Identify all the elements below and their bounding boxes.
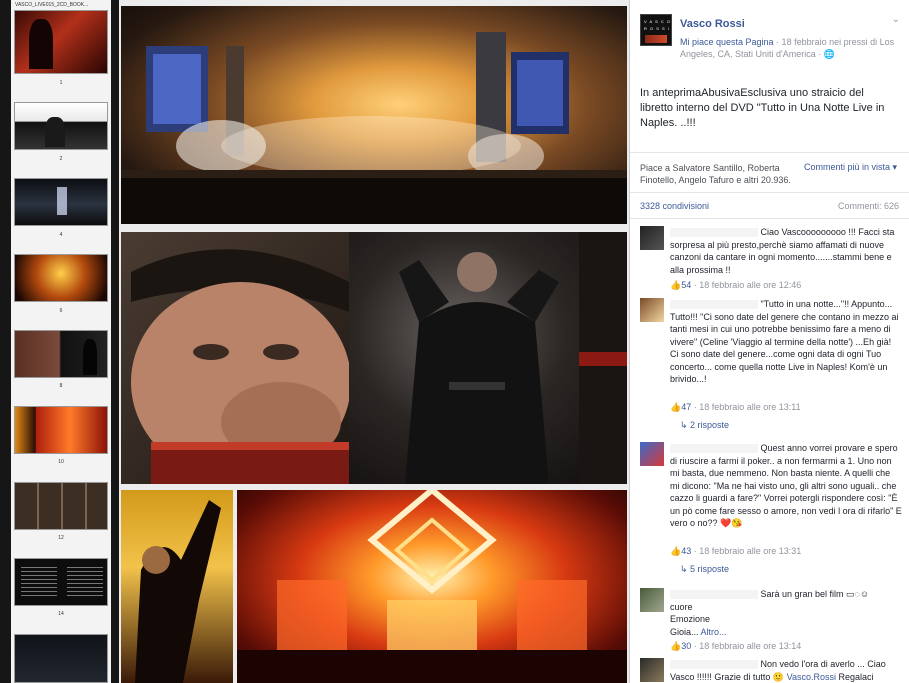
thumbnail-sidebar: VASCO_LIVE015_2CD_BOOK... 1 2 4 6 8 10 1… [0, 0, 119, 683]
heart-emoji: ❤️😘 [720, 518, 743, 528]
comment-text: Sarà un gran bel film [758, 589, 847, 599]
comment-time[interactable]: · 18 febbraio alle ore 13:14 [691, 641, 802, 651]
avatar-text-line: R O S S I [644, 26, 670, 31]
comment-body: Non vedo l'ora di averlo ... Ciao Vasco … [670, 658, 902, 683]
divider [630, 192, 909, 193]
thumbs-up-icon[interactable]: 👍 [670, 402, 681, 412]
thumbs-up-icon[interactable]: 👍 [670, 280, 681, 290]
page-thumbnail-14[interactable] [14, 558, 108, 606]
smile-emoji: 🙂 [772, 671, 785, 682]
commenter-avatar[interactable] [640, 588, 664, 612]
like-count: 47 [681, 402, 692, 412]
thumbnail-panel: VASCO_LIVE015_2CD_BOOK... 1 2 4 6 8 10 1… [11, 0, 111, 683]
page-thumbnail-1[interactable] [14, 10, 108, 74]
commenter-name[interactable] [670, 590, 758, 600]
view-replies-link[interactable]: ↳ 2 risposte [680, 420, 729, 431]
comment-meta: 👍54 · 18 febbraio alle ore 12:46 [670, 280, 801, 291]
post-meta: Mi piace questa Pagina · 18 febbraio nei… [680, 36, 902, 60]
booklet-page [119, 0, 629, 683]
facebook-post-panel: V A S C O R O S S I Vasco Rossi ⌄ Mi pia… [629, 0, 909, 683]
page-avatar[interactable]: V A S C O R O S S I [640, 14, 672, 46]
page-thumbnail-6[interactable] [14, 254, 108, 302]
comment-meta: 👍47 · 18 febbraio alle ore 13:11 [670, 402, 801, 413]
page-number: 2 [59, 156, 63, 162]
comment-text-line: Emozione [670, 614, 711, 624]
page-number: 10 [58, 459, 64, 465]
document-title: VASCO_LIVE015_2CD_BOOK... [15, 2, 89, 8]
singer-performing-photo [349, 232, 627, 484]
singer-closeup-photo [121, 232, 349, 484]
comment-body: Quest anno vorrei provare e spero di riu… [670, 442, 902, 530]
like-count: 43 [681, 546, 692, 556]
shares-link[interactable]: 3328 condivisioni [640, 201, 709, 211]
globe-icon: 🌐 [823, 49, 835, 59]
avatar-text-line: V A S C O [644, 19, 672, 24]
page-thumbnail-4[interactable] [14, 178, 108, 226]
commenter-avatar[interactable] [640, 442, 664, 466]
comment-text-end: Regalaci [835, 671, 874, 682]
page-number: 8 [59, 383, 63, 389]
page-thumbnail-16[interactable] [14, 634, 108, 683]
replies-count[interactable]: 5 risposte [690, 564, 729, 574]
comments-sort-dropdown[interactable]: Commenti più in vista ▾ [804, 162, 897, 173]
like-count: 30 [681, 641, 692, 651]
page-number: 6 [59, 308, 63, 314]
commenter-name[interactable] [670, 660, 758, 670]
like-page-link[interactable]: Mi piace questa Pagina [680, 37, 774, 47]
page-number: 4 [59, 232, 63, 238]
commenter-avatar[interactable] [640, 226, 664, 250]
comments-count: Commenti: 626 [837, 201, 899, 211]
comment-text: "Tutto in una notte..."!! Appunto... Tut… [670, 299, 899, 384]
comment-body: Sarà un gran bel film ▭◌☺ cuore Emozione… [670, 588, 902, 638]
replies-count[interactable]: 2 risposte [690, 420, 729, 430]
page-number: 1 [59, 80, 63, 86]
comment-meta: 👍43 · 18 febbraio alle ore 13:31 [670, 546, 801, 557]
thumbs-up-icon[interactable]: 👍 [670, 546, 681, 556]
comment-time[interactable]: · 18 febbraio alle ore 12:46 [691, 280, 802, 290]
chevron-down-icon[interactable]: ⌄ [892, 14, 900, 25]
mention-link[interactable]: Vasco.Rossi [787, 672, 836, 682]
post-header: V A S C O R O S S I Vasco Rossi ⌄ Mi pia… [640, 14, 902, 74]
page-name-link[interactable]: Vasco Rossi [680, 18, 745, 30]
page-thumbnail-12[interactable] [14, 482, 108, 530]
see-more-link[interactable]: Altro... [699, 627, 727, 637]
page-thumbnail-8[interactable] [14, 330, 108, 378]
commenter-name[interactable] [670, 300, 758, 310]
divider [630, 218, 909, 219]
stage-lights-photo [237, 490, 627, 683]
page-number: 12 [58, 535, 64, 541]
comment-time[interactable]: · 18 febbraio alle ore 13:11 [691, 402, 801, 412]
comment-body: "Tutto in una notte..."!! Appunto... Tut… [670, 298, 902, 386]
commenter-avatar[interactable] [640, 658, 664, 682]
likes-summary[interactable]: Piace a Salvatore Santillo, Roberta Fino… [640, 162, 800, 186]
commenter-name[interactable] [670, 444, 758, 454]
post-text: In anteprimaAbusivaEsclusiva uno straici… [640, 87, 885, 129]
comment-meta: 👍30 · 18 febbraio alle ore 13:14 [670, 641, 801, 652]
concert-stage-photo [121, 6, 627, 224]
comment-text: Quest anno vorrei provare e spero di riu… [670, 443, 902, 528]
reply-arrow-icon: ↳ [680, 564, 691, 574]
page-number: 14 [58, 611, 64, 617]
comment-text-line: cuore [670, 601, 693, 612]
view-replies-link[interactable]: ↳ 5 risposte [680, 564, 729, 575]
thumbs-up-icon[interactable]: 👍 [670, 641, 681, 651]
divider [630, 152, 909, 153]
reply-arrow-icon: ↳ [680, 420, 691, 430]
comment-body: Ciao Vascooooooooo !!! Facci sta sorpres… [670, 226, 902, 276]
commenter-avatar[interactable] [640, 298, 664, 322]
page-thumbnail-10[interactable] [14, 406, 108, 454]
like-count: 54 [681, 280, 692, 290]
commenter-name[interactable] [670, 228, 758, 238]
comment-text-line: Gioia... [670, 626, 699, 637]
page-thumbnail-2[interactable] [14, 102, 108, 150]
comment-time[interactable]: · 18 febbraio alle ore 13:31 [691, 546, 802, 556]
emoticon-icons: ▭◌☺ [846, 589, 870, 599]
singer-arms-raised-photo [121, 490, 233, 683]
